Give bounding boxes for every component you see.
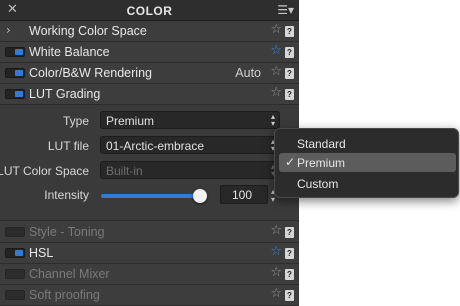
favorite-star-icon[interactable]: ☆: [270, 265, 282, 280]
toggle-indicator: [15, 70, 23, 76]
intensity-slider-track[interactable]: [101, 194, 206, 198]
favorite-star-icon[interactable]: ☆: [270, 64, 282, 79]
rendering-mode-value: Auto: [235, 66, 261, 80]
menu-item-premium[interactable]: ✓ Premium: [279, 153, 456, 172]
section-label: Color/B&W Rendering: [29, 66, 152, 80]
section-color-bw-rendering[interactable]: Color/B&W Rendering Auto ☆ ?: [0, 63, 299, 84]
checkmark-icon: ✓: [285, 155, 296, 169]
type-label: Type: [62, 114, 89, 128]
type-select[interactable]: Premium ▴ ▾: [100, 111, 280, 129]
favorite-star-icon[interactable]: ☆: [270, 286, 282, 301]
favorite-star-icon[interactable]: ☆: [270, 22, 282, 37]
lut-color-space-select: Built-in ▴ ▾: [100, 161, 280, 179]
lut-file-select[interactable]: 01-Arctic-embrace ▴ ▾: [100, 136, 280, 154]
favorite-star-icon[interactable]: ☆: [270, 244, 282, 259]
menu-item-standard[interactable]: Standard: [279, 134, 456, 153]
help-icon[interactable]: ?: [285, 47, 294, 58]
help-icon[interactable]: ?: [285, 269, 294, 280]
section-label: Soft proofing: [29, 288, 100, 302]
intensity-input[interactable]: 100: [220, 185, 268, 204]
chevron-right-icon[interactable]: ›: [6, 23, 11, 37]
type-value: Premium: [106, 114, 155, 128]
updown-arrow-icon: ▴ ▾: [270, 112, 275, 128]
help-icon[interactable]: ?: [285, 89, 294, 100]
intensity-value: 100: [231, 188, 252, 202]
menu-item-label: Standard: [297, 137, 346, 151]
menu-item-label: Premium: [297, 156, 346, 170]
section-soft-proofing[interactable]: Soft proofing ☆ ?: [0, 285, 299, 306]
type-dropdown-menu: Standard ✓ Premium Custom: [274, 128, 459, 198]
help-icon[interactable]: ?: [285, 227, 294, 238]
section-label: HSL: [29, 246, 54, 260]
lut-color-space-value: Built-in: [106, 164, 143, 178]
help-icon[interactable]: ?: [285, 248, 294, 259]
lut-file-label: LUT file: [47, 139, 89, 153]
panel-menu-icon[interactable]: ☰▾: [277, 3, 294, 17]
step-down-icon[interactable]: ▾: [271, 196, 275, 204]
section-white-balance[interactable]: White Balance ☆ ?: [0, 42, 299, 63]
help-icon[interactable]: ?: [285, 290, 294, 301]
help-icon[interactable]: ?: [285, 68, 294, 79]
section-style-toning[interactable]: Style - Toning ☆ ?: [0, 222, 299, 243]
section-label: Channel Mixer: [29, 267, 110, 281]
enable-toggle[interactable]: [5, 89, 25, 99]
enable-toggle[interactable]: [5, 248, 25, 258]
color-panel: ✕ COLOR ☰▾ › Working Color Space ☆ ? Whi…: [0, 0, 299, 306]
toggle-indicator: [15, 91, 23, 97]
section-label: White Balance: [29, 45, 110, 59]
lut-file-value: 01-Arctic-embrace: [106, 139, 205, 153]
toggle-indicator: [15, 49, 23, 55]
enable-toggle[interactable]: [5, 47, 25, 57]
help-icon[interactable]: ?: [285, 26, 294, 37]
intensity-slider-handle[interactable]: [193, 189, 207, 203]
lut-color-space-label: LUT Color Space: [0, 164, 89, 178]
enable-toggle[interactable]: [5, 269, 25, 279]
section-label: Style - Toning: [29, 225, 105, 239]
enable-toggle[interactable]: [5, 227, 25, 237]
menu-item-custom[interactable]: Custom: [279, 174, 456, 193]
section-label: LUT Grading: [29, 87, 101, 101]
section-lut-grading[interactable]: LUT Grading ☆ ?: [0, 84, 299, 105]
section-channel-mixer[interactable]: Channel Mixer ☆ ?: [0, 264, 299, 285]
intensity-label: Intensity: [44, 188, 89, 202]
section-hsl[interactable]: HSL ☆ ?: [0, 243, 299, 264]
favorite-star-icon[interactable]: ☆: [270, 43, 282, 58]
menu-item-label: Custom: [297, 177, 339, 191]
favorite-star-icon[interactable]: ☆: [270, 85, 282, 100]
section-label: Working Color Space: [29, 24, 147, 38]
enable-toggle[interactable]: [5, 68, 25, 78]
section-working-color-space[interactable]: › Working Color Space ☆ ?: [0, 21, 299, 42]
panel-title: COLOR: [126, 4, 173, 18]
favorite-star-icon[interactable]: ☆: [270, 223, 282, 238]
panel-titlebar: ✕ COLOR ☰▾: [0, 0, 299, 21]
enable-toggle[interactable]: [5, 290, 25, 300]
toggle-indicator: [15, 250, 23, 256]
